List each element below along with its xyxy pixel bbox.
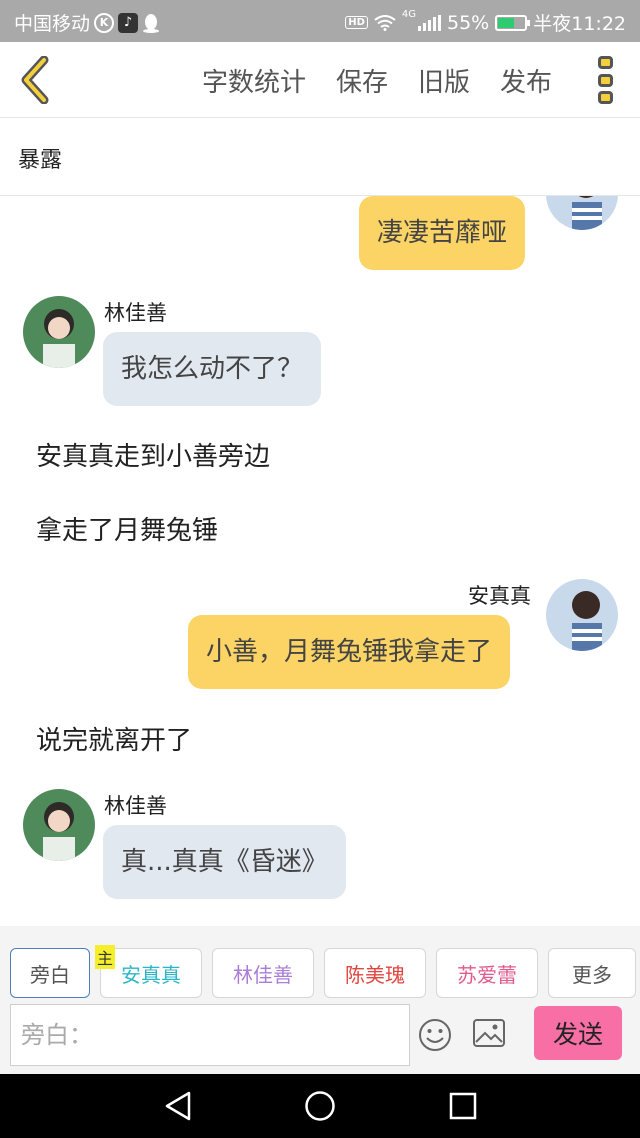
chat-area[interactable]: 凄凄苦靡哑 林佳善 我怎么动不了？ 安真真走到小善旁边 拿走了月舞兔锤 安真真 …	[0, 196, 640, 926]
nav-back-button[interactable]	[163, 1090, 193, 1126]
battery-icon	[495, 14, 531, 31]
role-tabs: 旁白 主 安真真 林佳善 陈美瑰 苏爱蕾 更多	[10, 945, 636, 998]
role-tab-lin-jiashan[interactable]: 林佳善	[212, 948, 314, 998]
more-dot-icon	[598, 91, 613, 104]
nav-recents-button[interactable]	[448, 1090, 478, 1126]
emoji-button[interactable]	[418, 1018, 452, 1056]
system-nav-bar	[0, 1074, 640, 1138]
role-tab-label: 林佳善	[233, 962, 293, 987]
message-input[interactable]	[11, 1005, 409, 1065]
chapter-title-row[interactable]: 暴露	[0, 118, 640, 196]
chapter-title[interactable]: 暴露	[18, 142, 62, 174]
publish-button[interactable]: 发布	[500, 62, 552, 99]
narration-text[interactable]: 说完就离开了	[36, 720, 192, 757]
role-tab-su-ailei[interactable]: 苏爱蕾	[436, 948, 538, 998]
role-tab-label: 安真真	[121, 962, 181, 987]
send-button[interactable]: 发送	[534, 1006, 622, 1060]
role-tab-label: 苏爱蕾	[457, 962, 517, 987]
square-recents-icon	[449, 1092, 477, 1120]
hd-icon: HD	[345, 16, 368, 29]
network-type: 4G	[401, 9, 416, 20]
signal-icon	[418, 14, 441, 31]
chevron-left-icon	[21, 55, 49, 105]
avatar-an-zhenzhen[interactable]	[546, 196, 618, 230]
triangle-back-icon	[165, 1091, 191, 1121]
old-version-button[interactable]: 旧版	[418, 62, 470, 99]
avatar-lin-jiashan[interactable]	[23, 296, 95, 368]
qq-penguin-icon	[142, 13, 160, 33]
smiley-icon	[419, 1019, 451, 1051]
sender-name: 安真真	[468, 584, 531, 608]
narration-text[interactable]: 拿走了月舞兔锤	[36, 510, 218, 547]
composer-area: 旁白 主 安真真 林佳善 陈美瑰 苏爱蕾 更多 旁白： 发送	[0, 926, 640, 1074]
wifi-icon	[374, 14, 396, 31]
input-row: 发送	[10, 1004, 630, 1066]
battery-percent: 55%	[447, 11, 490, 34]
battery-fill	[498, 17, 514, 28]
message-bubble-right[interactable]: 小善，月舞兔锤我拿走了	[188, 615, 511, 689]
image-icon	[473, 1019, 505, 1047]
sender-name: 林佳善	[104, 794, 167, 818]
word-count-button[interactable]: 字数统计	[202, 62, 306, 99]
role-tab-chen-meigui[interactable]: 陈美瑰	[324, 948, 426, 998]
message-bubble-left[interactable]: 真...真真《昏迷》	[103, 825, 346, 899]
role-tab-label: 更多	[572, 962, 612, 987]
k-app-icon: K	[94, 12, 115, 33]
status-right: HD 4G 55% 半夜11:22	[345, 9, 626, 36]
top-actions: 字数统计 保存 旧版 发布	[202, 62, 552, 99]
sender-name: 林佳善	[104, 301, 167, 325]
role-tab-label: 陈美瑰	[345, 962, 405, 987]
image-button[interactable]	[472, 1018, 506, 1052]
narration-text[interactable]: 安真真走到小善旁边	[36, 436, 270, 473]
save-button[interactable]: 保存	[336, 62, 388, 99]
avatar-lin-jiashan[interactable]	[23, 789, 95, 861]
back-button[interactable]	[16, 55, 56, 105]
avatar-an-zhenzhen[interactable]	[546, 579, 618, 651]
message-bubble-left[interactable]: 我怎么动不了？	[103, 332, 322, 406]
nav-home-button[interactable]	[304, 1090, 336, 1126]
more-dot-icon	[598, 56, 613, 69]
main-role-badge: 主	[95, 945, 116, 969]
tiktok-icon: ♪	[118, 12, 139, 33]
carrier-label: 中国移动	[14, 13, 91, 35]
status-bar: 中国移动 K ♪ HD 4G 55% 半夜11:22	[0, 0, 640, 42]
circle-home-icon	[305, 1091, 335, 1121]
more-dot-icon	[598, 73, 613, 87]
role-tab-an-zhenzhen[interactable]: 主 安真真	[95, 945, 202, 998]
message-input-box[interactable]	[10, 1004, 410, 1066]
status-left: 中国移动 K ♪	[14, 9, 160, 36]
role-tab-narrator[interactable]: 旁白	[10, 948, 90, 998]
message-bubble-right[interactable]: 凄凄苦靡哑	[359, 196, 526, 270]
role-tab-label: 旁白	[30, 962, 70, 987]
more-menu-button[interactable]	[598, 56, 614, 104]
top-bar: 字数统计 保存 旧版 发布	[0, 42, 640, 118]
clock: 半夜11:22	[533, 13, 626, 35]
role-tab-more[interactable]: 更多	[548, 948, 636, 998]
